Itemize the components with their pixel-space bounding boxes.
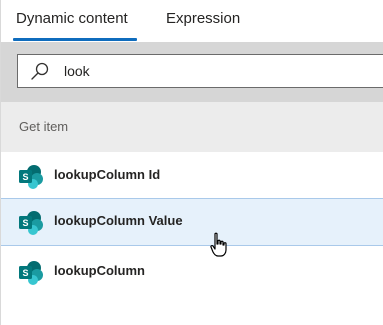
search-icon	[31, 62, 49, 80]
list-item-lookupcolumn[interactable]: S lookupColumn	[1, 248, 383, 296]
svg-text:S: S	[22, 268, 28, 278]
svg-text:S: S	[22, 172, 28, 182]
active-tab-indicator	[13, 38, 137, 41]
tab-expression[interactable]: Expression	[166, 0, 240, 40]
sharepoint-icon: S	[19, 211, 43, 235]
dynamic-content-panel: Dynamic content Expression Get item S lo…	[0, 0, 383, 325]
sharepoint-icon: S	[19, 165, 43, 189]
tab-bar: Dynamic content Expression	[1, 0, 383, 42]
list-item-lookupcolumn-id[interactable]: S lookupColumn Id	[1, 152, 383, 200]
search-area	[1, 42, 383, 102]
section-title: Get item	[19, 119, 69, 134]
item-label: lookupColumn	[54, 263, 145, 278]
search-box[interactable]	[17, 54, 383, 88]
list-item-lookupcolumn-value[interactable]: S lookupColumn Value	[1, 198, 383, 246]
section-header-get-item: Get item	[1, 102, 383, 152]
sharepoint-icon: S	[19, 261, 43, 285]
svg-text:S: S	[22, 218, 28, 228]
item-label: lookupColumn Id	[54, 167, 161, 182]
search-input[interactable]	[64, 59, 364, 83]
tab-dynamic-content[interactable]: Dynamic content	[16, 0, 128, 40]
item-label: lookupColumn Value	[54, 213, 183, 228]
